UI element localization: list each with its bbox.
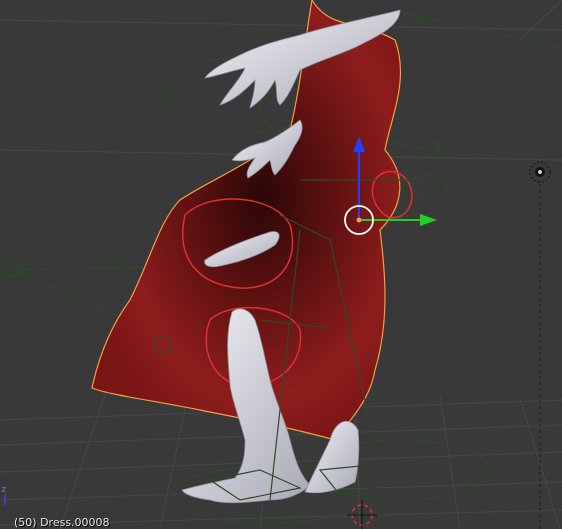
viewport-info-text: (50) Dress.00008 bbox=[14, 516, 110, 529]
viewport-canvas[interactable] bbox=[0, 0, 562, 529]
3d-viewport[interactable]: z (50) Dress.00008 bbox=[0, 0, 562, 529]
3d-cursor-icon[interactable] bbox=[347, 500, 377, 529]
axis-indicator-label: z bbox=[1, 485, 7, 495]
lamp-icon[interactable] bbox=[529, 161, 551, 529]
object-origin bbox=[356, 217, 362, 223]
gizmo-y-arrow[interactable] bbox=[420, 214, 437, 226]
